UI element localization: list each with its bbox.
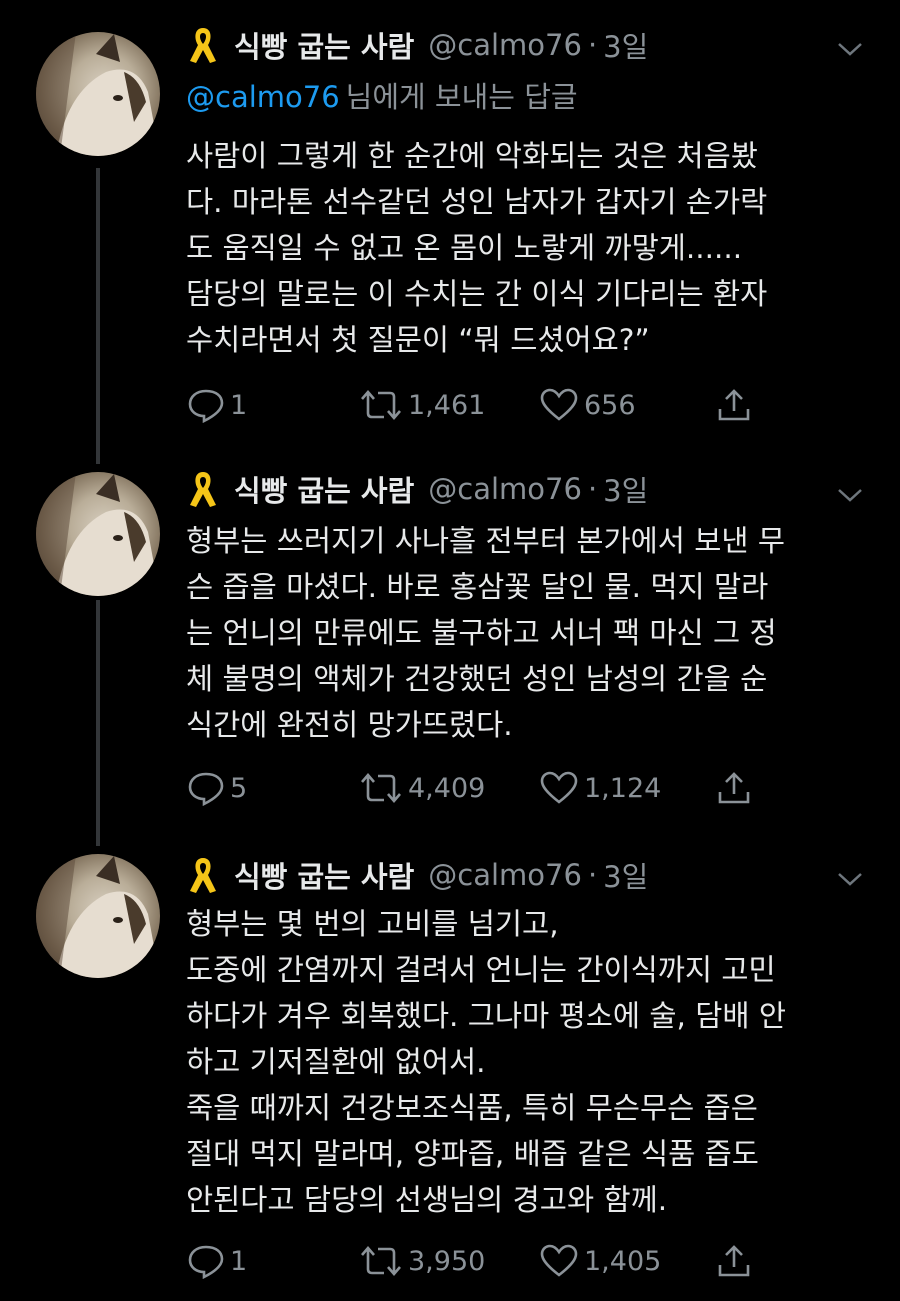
share-icon (718, 1245, 750, 1277)
retweet-icon (361, 1246, 401, 1276)
yellow-ribbon-icon (190, 28, 216, 63)
separator: · (587, 472, 598, 506)
share-icon (718, 772, 750, 804)
like-button[interactable]: 656 (538, 383, 636, 427)
yellow-ribbon-icon (190, 858, 216, 893)
tweet-header: 식빵 굽는 사람 @calmo76 · 3일 (186, 852, 648, 898)
tweet-text: 형부는 쓰러지기 사나흘 전부터 본가에서 보낸 무 슨 즙을 마셨다. 바로 … (186, 518, 876, 748)
tweet-text: 형부는 몇 번의 고비를 넘기고, 도중에 간염까지 걸려서 언니는 간이식까지… (186, 901, 876, 1223)
author-name[interactable]: 식빵 굽는 사람 (234, 854, 414, 896)
tweet-header: 식빵 굽는 사람 @calmo76 · 3일 (186, 466, 648, 512)
timestamp[interactable]: 3일 (603, 24, 648, 66)
heart-icon (540, 1244, 578, 1277)
yellow-ribbon-icon (190, 472, 216, 507)
tweet-text-line: 사람이 그렇게 한 순간에 악화되는 것은 처음봤 (186, 139, 758, 173)
tweet-text-line: 체 불명의 액체가 건강했던 성인 남성의 간을 순 (186, 662, 768, 696)
tweet-text-line: 도 움직일 수 없고 온 몸이 노랗게 까맣게...... (186, 231, 743, 265)
reply-bubble-icon (188, 772, 224, 806)
reply-context: @calmo76 님에게 보내는 답글 (186, 74, 578, 116)
reply-button[interactable]: 1 (186, 1239, 247, 1283)
share-icon (718, 389, 750, 421)
author-handle[interactable]: @calmo76 (428, 858, 582, 892)
author-name[interactable]: 식빵 굽는 사람 (234, 24, 414, 66)
separator: · (587, 28, 598, 62)
chevron-down-icon[interactable] (836, 40, 864, 58)
retweet-button[interactable]: 1,461 (358, 383, 485, 427)
retweet-button[interactable]: 3,950 (358, 1239, 485, 1283)
share-button[interactable] (716, 1239, 756, 1283)
heart-icon (540, 771, 578, 804)
chevron-down-icon[interactable] (836, 486, 864, 504)
retweet-icon (361, 390, 401, 420)
retweet-button[interactable]: 4,409 (358, 766, 485, 810)
tweet-text-line: 형부는 몇 번의 고비를 넘기고, (186, 907, 559, 941)
retweet-count: 3,950 (408, 1245, 486, 1277)
tweet-text-line: 하다가 겨우 회복했다. 그나마 평소에 술, 담배 안 (186, 999, 787, 1033)
retweet-count: 4,409 (408, 772, 486, 804)
tweet-text-line: 는 언니의 만류에도 불구하고 서너 팩 마신 그 정 (186, 616, 777, 650)
reply-count: 1 (230, 1245, 248, 1277)
tweet-text-line: 안된다고 담당의 선생님의 경고와 함께. (186, 1183, 668, 1217)
author-handle[interactable]: @calmo76 (428, 472, 582, 506)
chevron-down-icon[interactable] (836, 870, 864, 888)
author-handle[interactable]: @calmo76 (428, 28, 582, 62)
like-button[interactable]: 1,124 (538, 766, 661, 810)
reply-button[interactable]: 5 (186, 766, 247, 810)
reply-context-text: 님에게 보내는 답글 (345, 80, 578, 114)
like-button[interactable]: 1,405 (538, 1239, 661, 1283)
reply-button[interactable]: 1 (186, 383, 247, 427)
tweet-actions: 1 3,950 1,405 (186, 1239, 786, 1283)
share-button[interactable] (716, 766, 756, 810)
timestamp[interactable]: 3일 (603, 468, 648, 510)
tweet-text-line: 형부는 쓰러지기 사나흘 전부터 본가에서 보낸 무 (186, 524, 786, 558)
tweet-text-line: 수치라면서 첫 질문이 “뭐 드셨어요?” (186, 323, 650, 357)
reply-mention-link[interactable]: @calmo76 (186, 80, 340, 114)
avatar[interactable] (36, 854, 160, 978)
tweet-text: 사람이 그렇게 한 순간에 악화되는 것은 처음봤 다. 마라톤 선수같던 성인… (186, 133, 876, 363)
timestamp[interactable]: 3일 (603, 854, 648, 896)
tweet-text-line: 도중에 간염까지 걸려서 언니는 간이식까지 고민 (186, 953, 776, 987)
reply-bubble-icon (188, 1245, 224, 1279)
avatar[interactable] (36, 32, 160, 156)
retweet-icon (361, 773, 401, 803)
reply-count: 5 (230, 772, 248, 804)
tweet-text-line: 하고 기저질환에 없어서. (186, 1045, 486, 1079)
tweet-text-line: 절대 먹지 말라며, 양파즙, 배즙 같은 식품 즙도 (186, 1137, 759, 1171)
tweet-actions: 1 1,461 656 (186, 383, 786, 427)
tweet-text-line: 담당의 말로는 이 수치는 간 이식 기다리는 환자 (186, 277, 768, 311)
thread-line (96, 168, 100, 464)
tweet-text-line: 슨 즙을 마셨다. 바로 홍삼꽃 달인 물. 먹지 말라 (186, 570, 769, 604)
retweet-count: 1,461 (408, 389, 486, 421)
like-count: 1,124 (584, 772, 662, 804)
like-count: 656 (584, 389, 636, 421)
author-name[interactable]: 식빵 굽는 사람 (234, 468, 414, 510)
like-count: 1,405 (584, 1245, 662, 1277)
share-button[interactable] (716, 383, 756, 427)
tweet-text-line: 다. 마라톤 선수같던 성인 남자가 갑자기 손가락 (186, 185, 768, 219)
reply-bubble-icon (188, 389, 224, 423)
avatar[interactable] (36, 472, 160, 596)
tweet-header: 식빵 굽는 사람 @calmo76 · 3일 (186, 22, 648, 68)
tweet-text-line: 죽을 때까지 건강보조식품, 특히 무슨무슨 즙은 (186, 1091, 758, 1125)
reply-count: 1 (230, 389, 248, 421)
thread-line (96, 600, 100, 846)
heart-icon (540, 388, 578, 421)
tweet-actions: 5 4,409 1,124 (186, 766, 786, 810)
tweet-text-line: 식간에 완전히 망가뜨렸다. (186, 708, 513, 742)
separator: · (587, 858, 598, 892)
